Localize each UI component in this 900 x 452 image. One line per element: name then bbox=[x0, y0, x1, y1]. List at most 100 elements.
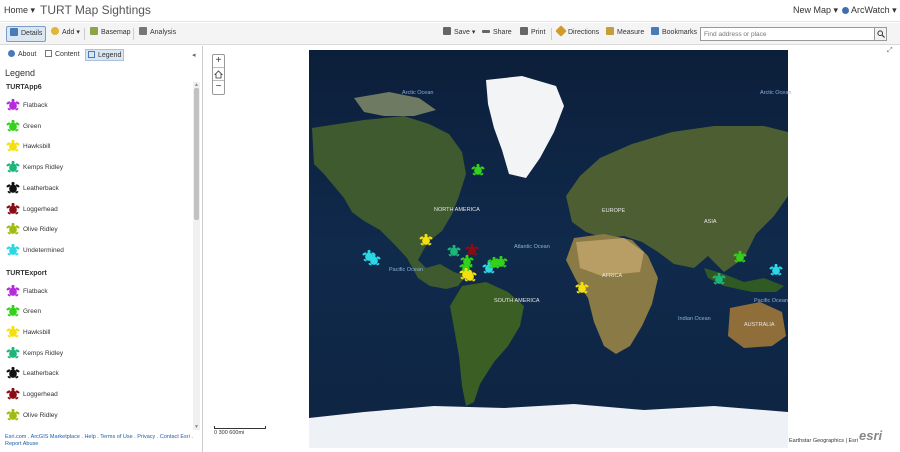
tab-about[interactable]: About bbox=[6, 49, 38, 61]
turtle-icon bbox=[6, 325, 20, 338]
share-icon bbox=[482, 30, 490, 33]
turtle-icon bbox=[6, 243, 20, 256]
scroll-down-icon[interactable]: ▼ bbox=[193, 424, 200, 430]
save-button[interactable]: Save ▾ bbox=[440, 26, 478, 42]
legend-scrollbar[interactable]: ▲ ▼ bbox=[193, 82, 200, 430]
search-button[interactable] bbox=[874, 28, 886, 40]
map-attribution[interactable]: Earthstar Geographics | Esri bbox=[789, 438, 858, 444]
toolbar-divider bbox=[84, 28, 85, 40]
scale-bar: 0 300 600mi bbox=[214, 426, 266, 436]
search-icon bbox=[877, 30, 885, 38]
save-label: Save ▾ bbox=[454, 29, 476, 36]
legend-item-label: Loggerhead bbox=[23, 391, 58, 399]
tab-legend[interactable]: Legend bbox=[85, 49, 125, 61]
turtle-icon bbox=[6, 223, 20, 235]
home-menu[interactable]: Home ▾ bbox=[4, 5, 35, 16]
basemap-icon bbox=[90, 27, 98, 35]
new-map-menu[interactable]: New Map ▾ bbox=[793, 5, 838, 16]
legend-item-label: Flatback bbox=[23, 287, 48, 295]
label-atlantic: Atlantic Ocean bbox=[514, 244, 550, 250]
legend-item-label: Leatherback bbox=[23, 370, 59, 378]
label-pacific-left: Pacific Ocean bbox=[389, 267, 423, 273]
legend-item-label: Green bbox=[23, 122, 42, 130]
label-north-america: NORTH AMERICA bbox=[434, 207, 480, 213]
legend-item-label: Hawksbill bbox=[23, 143, 51, 151]
label-arctic-right: Arctic Ocean bbox=[760, 90, 791, 96]
bookmarks-icon bbox=[651, 27, 659, 35]
search-input[interactable] bbox=[701, 28, 871, 40]
turtle-icon bbox=[6, 284, 20, 296]
user-menu[interactable]: ArcWatch ▾ bbox=[842, 5, 897, 16]
legend-item-label: Kemps Ridley bbox=[23, 349, 64, 357]
esri-logo: esri bbox=[859, 428, 883, 443]
collapse-panel-icon[interactable]: ◂ bbox=[192, 51, 196, 59]
turtle-icon bbox=[6, 305, 20, 317]
analysis-label: Analysis bbox=[150, 29, 177, 36]
turtle-icon bbox=[6, 98, 20, 111]
scroll-thumb[interactable] bbox=[194, 88, 199, 220]
zoom-controls: + − bbox=[212, 54, 225, 95]
tab-legend-label: Legend bbox=[98, 52, 122, 59]
analysis-button[interactable]: Analysis bbox=[136, 26, 179, 42]
legend-item-label: Kemps Ridley bbox=[23, 164, 64, 172]
details-icon bbox=[10, 28, 18, 36]
toolbar-divider bbox=[133, 28, 134, 40]
measure-icon bbox=[606, 27, 614, 35]
turtle-icon bbox=[6, 346, 20, 359]
details-label: Details bbox=[21, 30, 43, 37]
legend-heading: Legend bbox=[5, 68, 36, 78]
legend-item-label: Flatback bbox=[23, 102, 48, 109]
sidebar: About Content Legend ◂ Legend TURTApp6 Fl… bbox=[0, 46, 203, 452]
label-europe: EUROPE bbox=[602, 208, 626, 214]
details-button[interactable]: Details bbox=[6, 26, 47, 42]
tab-content[interactable]: Content bbox=[43, 49, 82, 61]
label-south-america: SOUTH AMERICA bbox=[494, 298, 540, 304]
label-australia: AUSTRALIA bbox=[744, 322, 775, 328]
save-icon bbox=[443, 27, 451, 35]
avatar bbox=[842, 7, 849, 14]
print-icon bbox=[520, 27, 528, 35]
legend-item-label: Leatherback bbox=[23, 184, 59, 192]
zoom-out-button[interactable]: − bbox=[213, 81, 224, 94]
map-canvas[interactable]: Arctic Ocean Arctic Ocean NORTH AMERICA … bbox=[204, 46, 900, 452]
search-box bbox=[700, 27, 887, 41]
home-extent-button[interactable] bbox=[213, 68, 224, 81]
turtle-icon bbox=[6, 388, 20, 400]
top-bar: Home ▾ TURT Map Sightings New Map ▾ ArcW… bbox=[0, 0, 900, 22]
legend-layer-name: TURTApp6 bbox=[6, 84, 42, 91]
legend-item-label: Green bbox=[23, 308, 42, 316]
print-button[interactable]: Print bbox=[517, 26, 548, 42]
analysis-icon bbox=[139, 27, 147, 35]
turtle-icon bbox=[6, 181, 20, 194]
legend-item-label: Olive Ridley bbox=[23, 411, 58, 419]
print-label: Print bbox=[531, 29, 546, 36]
zoom-in-button[interactable]: + bbox=[213, 55, 224, 68]
map-toolbar: Details Add ▾ Basemap Analysis Save ▾ Sh… bbox=[0, 23, 900, 45]
legend-list: TURTApp6 Flatback Green Hawksbill Kemps Ridl… bbox=[0, 82, 193, 430]
measure-label: Measure bbox=[617, 29, 645, 36]
share-button[interactable]: Share bbox=[479, 26, 515, 42]
label-indian: Indian Ocean bbox=[678, 316, 711, 322]
directions-label: Directions bbox=[568, 29, 600, 36]
content-icon bbox=[45, 50, 52, 57]
label-africa: AFRICA bbox=[602, 273, 623, 279]
map-title: TURT Map Sightings bbox=[40, 3, 151, 17]
label-asia: ASIA bbox=[704, 219, 717, 225]
footer-links[interactable]: Esri.com . ArcGIS Marketplace . Help . T… bbox=[5, 434, 197, 448]
label-arctic-left: Arctic Ocean bbox=[402, 90, 433, 96]
expand-map-icon[interactable]: ⤢ bbox=[887, 47, 893, 55]
measure-button[interactable]: Measure bbox=[603, 26, 647, 42]
tab-content-label: Content bbox=[55, 51, 80, 58]
info-icon bbox=[8, 50, 15, 57]
add-icon bbox=[51, 27, 59, 35]
turtle-icon bbox=[6, 202, 20, 214]
bookmarks-button[interactable]: Bookmarks bbox=[648, 26, 700, 42]
turtle-icon bbox=[6, 367, 20, 379]
scale-bar-label: 0 300 600mi bbox=[214, 430, 245, 436]
legend-item-label: Olive Ridley bbox=[23, 226, 58, 234]
legend-item-label: Hawksbill bbox=[23, 329, 51, 336]
basemap-button[interactable]: Basemap bbox=[87, 26, 134, 42]
add-button[interactable]: Add ▾ bbox=[48, 26, 83, 42]
directions-icon bbox=[555, 25, 567, 37]
directions-button[interactable]: Directions bbox=[554, 25, 602, 42]
